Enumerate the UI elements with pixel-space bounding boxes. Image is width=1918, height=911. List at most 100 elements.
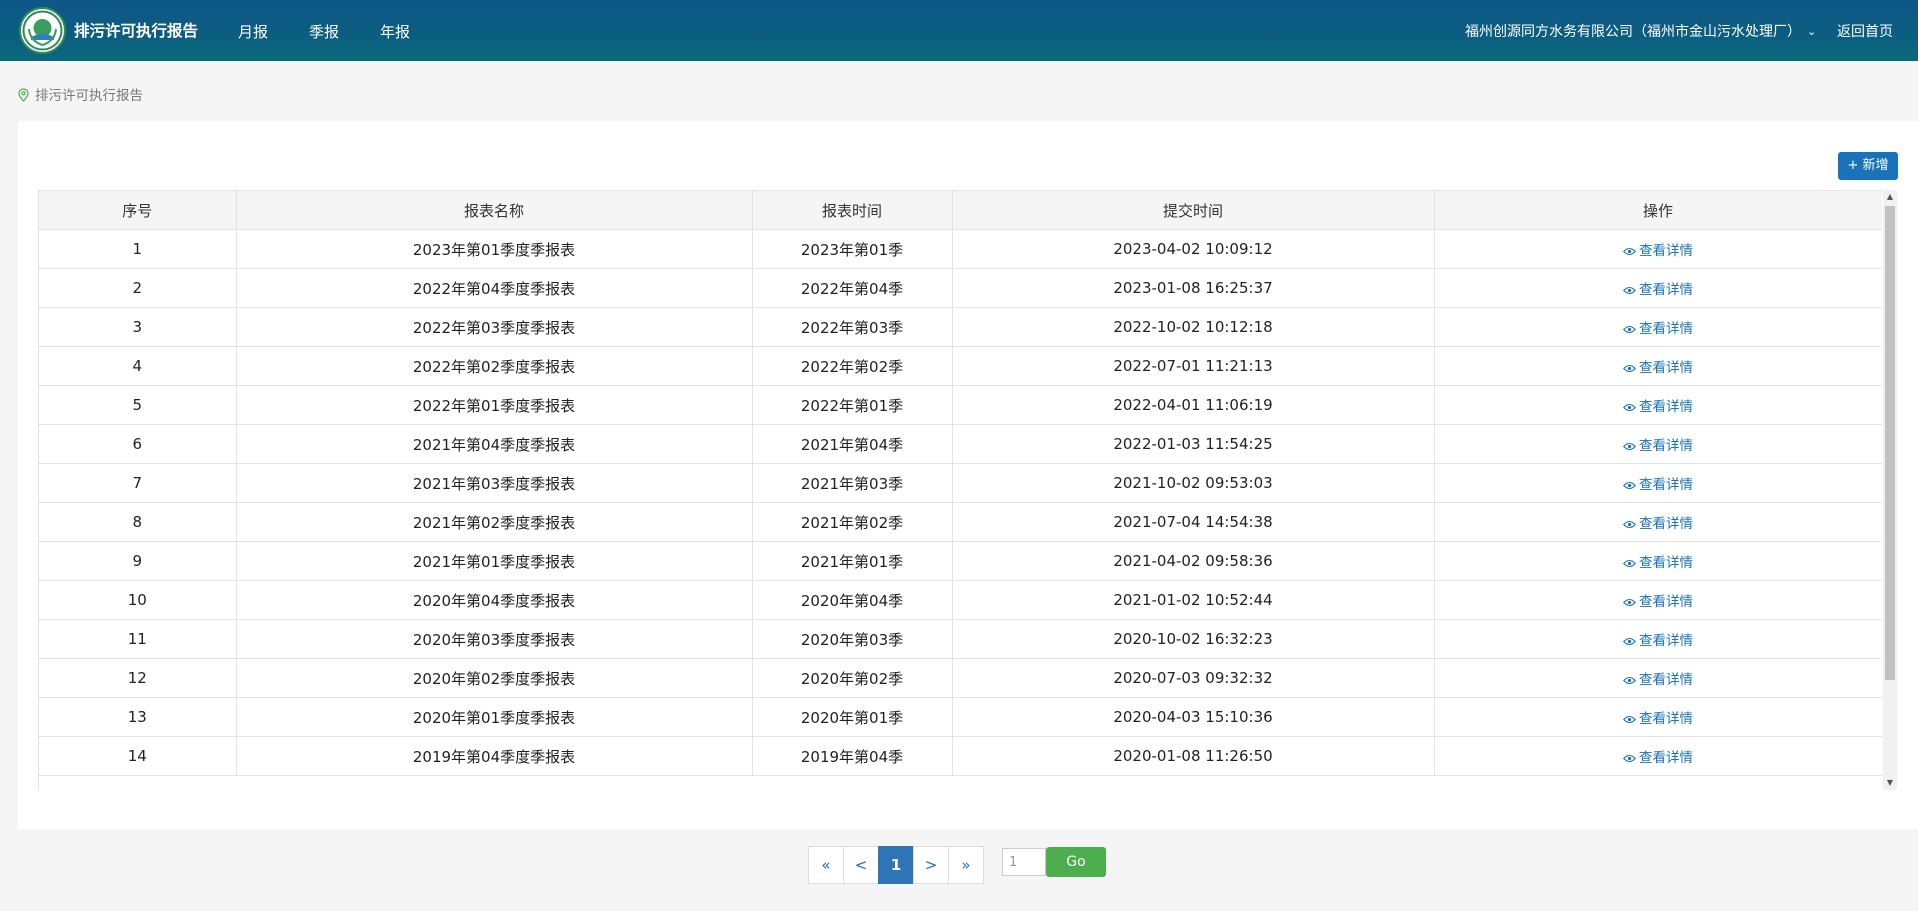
cell-report-period: 2021年第03季 — [752, 463, 953, 503]
view-details-link[interactable]: 查看详情 — [1623, 672, 1693, 688]
eye-icon — [1623, 517, 1636, 533]
cell-report-period: 2020年第02季 — [752, 658, 953, 698]
table-row: 2 2022年第04季度季报表 2022年第04季 2023-01-08 16:25:… — [39, 268, 1882, 308]
last-page-button[interactable]: » — [948, 846, 984, 884]
view-details-label: 查看详情 — [1639, 554, 1693, 571]
cell-action: 查看详情 — [1434, 385, 1882, 425]
cell-report-name: 2020年第02季度季报表 — [236, 658, 753, 698]
company-selector[interactable]: 福州创源同方水务有限公司（福州市金山污水处理厂） ⌄ — [1465, 21, 1816, 41]
scroll-up-arrow-icon[interactable]: ▲ — [1883, 190, 1897, 204]
view-details-link[interactable]: 查看详情 — [1623, 711, 1693, 727]
cell-report-period: 2020年第03季 — [752, 619, 953, 659]
eye-icon — [1623, 439, 1636, 455]
table-scrollbar[interactable]: ▲ ▼ — [1883, 190, 1897, 790]
cell-submit-time: 2023-01-08 16:25:37 — [952, 268, 1435, 308]
cell-report-period: 2021年第02季 — [752, 502, 953, 542]
view-details-label: 查看详情 — [1639, 515, 1693, 532]
cell-report-period: 2023年第01季 — [752, 229, 953, 269]
cell-action: 查看详情 — [1434, 307, 1882, 347]
cell-report-name: 2021年第03季度季报表 — [236, 463, 753, 503]
report-table: 序号 报表名称 报表时间 提交时间 操作 1 2023年第01季度季报表 2023年… — [39, 190, 1882, 776]
cell-report-period: 2022年第02季 — [752, 346, 953, 386]
cell-action: 查看详情 — [1434, 463, 1882, 503]
view-details-link[interactable]: 查看详情 — [1623, 321, 1693, 337]
cell-action: 查看详情 — [1434, 658, 1882, 698]
eye-icon — [1623, 712, 1636, 728]
return-home-link[interactable]: 返回首页 — [1837, 21, 1893, 41]
cell-report-name: 2021年第02季度季报表 — [236, 502, 753, 542]
eye-icon — [1623, 556, 1636, 572]
cell-report-period: 2022年第04季 — [752, 268, 953, 308]
view-details-label: 查看详情 — [1639, 359, 1693, 376]
next-page-button[interactable]: > — [913, 846, 949, 884]
cell-index: 8 — [39, 502, 237, 542]
view-details-link[interactable]: 查看详情 — [1623, 477, 1693, 493]
view-details-link[interactable]: 查看详情 — [1623, 633, 1693, 649]
view-details-link[interactable]: 查看详情 — [1623, 360, 1693, 376]
eye-icon — [1623, 283, 1636, 299]
cell-index: 10 — [39, 580, 237, 620]
view-details-link[interactable]: 查看详情 — [1623, 282, 1693, 298]
nav-quarterly[interactable]: 季报 — [309, 21, 339, 42]
view-details-label: 查看详情 — [1639, 710, 1693, 727]
cell-report-name: 2019年第04季度季报表 — [236, 736, 753, 776]
cell-submit-time: 2022-04-01 11:06:19 — [952, 385, 1435, 425]
cell-submit-time: 2020-07-03 09:32:32 — [952, 658, 1435, 698]
table-row: 7 2021年第03季度季报表 2021年第03季 2021-10-02 09:53:… — [39, 463, 1882, 503]
cell-report-name: 2020年第04季度季报表 — [236, 580, 753, 620]
cell-index: 1 — [39, 229, 237, 269]
col-header-report-name: 报表名称 — [236, 190, 753, 230]
col-header-action: 操作 — [1434, 190, 1882, 230]
eye-icon — [1623, 244, 1636, 260]
cell-submit-time: 2022-10-02 10:12:18 — [952, 307, 1435, 347]
cell-report-name: 2021年第01季度季报表 — [236, 541, 753, 581]
cell-submit-time: 2021-04-02 09:58:36 — [952, 541, 1435, 581]
nav-monthly[interactable]: 月报 — [238, 21, 268, 42]
table-row: 8 2021年第02季度季报表 2021年第02季 2021-07-04 14:54:… — [39, 502, 1882, 542]
cell-action: 查看详情 — [1434, 580, 1882, 620]
prev-page-button[interactable]: < — [843, 846, 879, 884]
cell-index: 3 — [39, 307, 237, 347]
company-name: 福州创源同方水务有限公司（福州市金山污水处理厂） — [1465, 24, 1801, 40]
eye-icon — [1623, 361, 1636, 377]
cell-action: 查看详情 — [1434, 229, 1882, 269]
view-details-link[interactable]: 查看详情 — [1623, 438, 1693, 454]
first-page-button[interactable]: « — [808, 846, 844, 884]
cell-report-name: 2020年第03季度季报表 — [236, 619, 753, 659]
cell-action: 查看详情 — [1434, 697, 1882, 737]
nav-yearly[interactable]: 年报 — [380, 21, 410, 42]
cell-index: 13 — [39, 697, 237, 737]
cell-report-name: 2021年第04季度季报表 — [236, 424, 753, 464]
eye-icon — [1623, 751, 1636, 767]
add-button[interactable]: + 新增 — [1838, 152, 1898, 180]
view-details-link[interactable]: 查看详情 — [1623, 243, 1693, 259]
cell-report-name: 2022年第02季度季报表 — [236, 346, 753, 386]
report-table-container: 序号 报表名称 报表时间 提交时间 操作 1 2023年第01季度季报表 2023年… — [38, 190, 1882, 790]
cell-index: 2 — [39, 268, 237, 308]
view-details-link[interactable]: 查看详情 — [1623, 594, 1693, 610]
cell-submit-time: 2022-07-01 11:21:13 — [952, 346, 1435, 386]
cell-submit-time: 2021-10-02 09:53:03 — [952, 463, 1435, 503]
view-details-link[interactable]: 查看详情 — [1623, 516, 1693, 532]
col-header-submit-time: 提交时间 — [952, 190, 1435, 230]
scroll-thumb[interactable] — [1885, 206, 1895, 680]
cell-submit-time: 2020-04-03 15:10:36 — [952, 697, 1435, 737]
scroll-down-arrow-icon[interactable]: ▼ — [1883, 776, 1897, 790]
go-button[interactable]: Go — [1046, 847, 1106, 877]
cell-index: 12 — [39, 658, 237, 698]
cell-report-name: 2020年第01季度季报表 — [236, 697, 753, 737]
cell-index: 9 — [39, 541, 237, 581]
view-details-link[interactable]: 查看详情 — [1623, 555, 1693, 571]
page-number-input[interactable] — [1002, 848, 1046, 876]
logo-icon — [19, 7, 66, 54]
cell-index: 6 — [39, 424, 237, 464]
cell-report-period: 2021年第04季 — [752, 424, 953, 464]
view-details-link[interactable]: 查看详情 — [1623, 750, 1693, 766]
col-header-report-period: 报表时间 — [752, 190, 953, 230]
current-page-button[interactable]: 1 — [878, 846, 914, 884]
cell-report-name: 2022年第03季度季报表 — [236, 307, 753, 347]
table-row: 1 2023年第01季度季报表 2023年第01季 2023-04-02 10:09:… — [39, 229, 1882, 269]
table-row: 10 2020年第04季度季报表 2020年第04季 2021-01-02 10:52… — [39, 580, 1882, 620]
view-details-label: 查看详情 — [1639, 398, 1693, 415]
view-details-link[interactable]: 查看详情 — [1623, 399, 1693, 415]
